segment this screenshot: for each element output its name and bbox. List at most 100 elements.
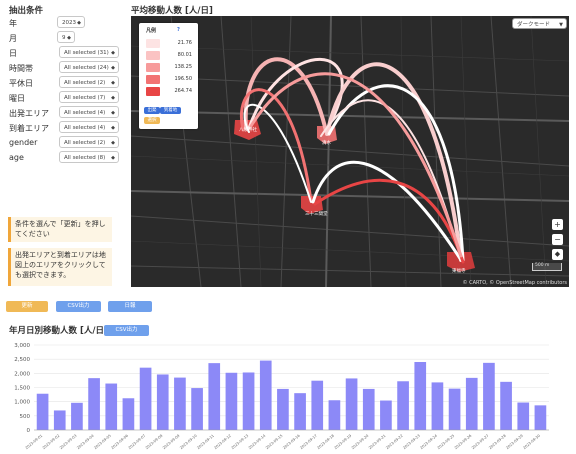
x-tick-label: 2023-09-25 [437, 434, 456, 450]
filter-select-value: All selected (31) [64, 50, 109, 56]
bar[interactable] [156, 374, 169, 430]
x-tick-label: 2023-09-15 [265, 434, 284, 450]
chevron-down-icon: ◆ [111, 80, 115, 86]
legend-row: 196.50 [146, 75, 192, 84]
x-tick-label: 2023-09-09 [162, 433, 181, 450]
legend-swatch [146, 75, 160, 84]
filter-select[interactable]: All selected (24) ◆ [59, 61, 119, 73]
x-tick-label: 2023-09-02 [42, 434, 61, 450]
bar[interactable] [345, 378, 358, 430]
chart-csv-button[interactable]: CSV出力 [104, 325, 149, 336]
bar[interactable] [139, 367, 152, 430]
filter-select[interactable]: All selected (31) ◆ [59, 46, 119, 58]
filter-select[interactable]: 2023 ◆ [57, 16, 85, 28]
filter-select-value: 2023 [62, 20, 76, 26]
reset-view-button[interactable]: ◆ [552, 249, 563, 260]
daily-report-button[interactable]: 日報 [108, 301, 152, 312]
note-area-hint: 出発エリアと到着エリアは地図上のエリアをクリックしても選択できます。 [8, 248, 112, 286]
bar[interactable] [105, 383, 118, 430]
legend-title: 凡例 [146, 28, 157, 34]
bar[interactable] [277, 388, 289, 430]
bar[interactable] [465, 377, 478, 430]
x-tick-label: 2023-09-13 [231, 434, 250, 450]
zoom-out-button[interactable]: − [552, 234, 563, 245]
filter-label: 時間帯 [9, 64, 33, 73]
origin-chip[interactable]: 出発 [144, 107, 160, 114]
x-tick-label: 2023-09-04 [76, 433, 95, 450]
bar[interactable] [174, 377, 186, 430]
chevron-down-icon: ◆ [77, 20, 81, 26]
bar[interactable] [53, 410, 66, 430]
filter-row: 到着エリア All selected (4) ◆ [9, 121, 119, 135]
filter-select-value: All selected (8) [64, 155, 106, 161]
bar[interactable] [431, 382, 444, 430]
bar[interactable] [242, 372, 255, 430]
bar[interactable] [191, 388, 203, 430]
legend-help-icon[interactable]: ? [177, 27, 180, 33]
area-label-yasaka: 八坂神社 [239, 128, 257, 133]
map-style-select[interactable]: ダークモード ▼ [512, 18, 567, 29]
bar[interactable] [517, 402, 530, 430]
bar[interactable] [500, 381, 512, 430]
legend-value: 138.25 [174, 64, 193, 70]
bar[interactable] [259, 360, 272, 430]
bar[interactable] [294, 393, 306, 430]
chevron-down-icon: ◆ [111, 95, 115, 101]
x-tick-label: 2023-09-01 [25, 434, 44, 450]
legend-swatch [146, 39, 160, 48]
filter-select[interactable]: All selected (2) ◆ [59, 136, 119, 148]
bar[interactable] [88, 378, 100, 430]
y-tick-label: 2,500 [14, 357, 30, 363]
x-tick-label: 2023-09-29 [505, 433, 524, 450]
bar[interactable] [36, 393, 49, 430]
selection-chip[interactable]: 選択 [144, 117, 160, 124]
bar[interactable] [328, 400, 341, 430]
bar[interactable] [483, 362, 495, 430]
filter-select[interactable]: 9 ◆ [57, 31, 75, 43]
x-tick-label: 2023-09-11 [196, 434, 215, 450]
bar[interactable] [534, 405, 547, 430]
bar[interactable] [311, 380, 324, 430]
filter-select-value: All selected (2) [64, 140, 106, 146]
bar[interactable] [448, 388, 461, 430]
x-tick-label: 2023-09-30 [522, 433, 541, 450]
filter-row: 年 2023 ◆ [9, 16, 119, 30]
filter-row: 月 9 ◆ [9, 31, 119, 45]
filter-select[interactable]: All selected (4) ◆ [59, 106, 119, 118]
legend-value: 264.74 [174, 88, 193, 94]
bar[interactable] [397, 381, 409, 430]
x-tick-label: 2023-09-12 [213, 434, 232, 450]
x-tick-label: 2023-09-07 [128, 434, 147, 450]
x-tick-label: 2023-09-18 [316, 433, 335, 450]
filter-select[interactable]: All selected (4) ◆ [59, 121, 119, 133]
bar[interactable] [380, 400, 392, 430]
legend-row: 264.74 [146, 87, 192, 96]
bar[interactable] [225, 372, 238, 430]
y-tick-label: 2,000 [14, 371, 30, 377]
destination-chip[interactable]: 到着地 [160, 107, 181, 114]
area-label-kiyomizu: 清水 [322, 141, 331, 146]
flow-map[interactable]: ダークモード ▼ 凡例 ? 21.76 80.01 138.25 196.50 264.… [131, 16, 569, 287]
bar[interactable] [414, 362, 427, 430]
update-button[interactable]: 更新 [6, 301, 48, 312]
bar[interactable] [208, 363, 221, 430]
csv-export-button[interactable]: CSV出力 [56, 301, 101, 312]
bar[interactable] [122, 398, 135, 430]
filter-select[interactable]: All selected (7) ◆ [59, 91, 119, 103]
map-style-value: ダークモード [517, 22, 551, 28]
bar[interactable] [362, 388, 375, 430]
x-tick-label: 2023-09-28 [488, 433, 507, 450]
scale-label: 500 m [535, 263, 550, 268]
filter-select[interactable]: All selected (8) ◆ [59, 151, 119, 163]
filter-label: 日 [9, 49, 17, 58]
x-tick-label: 2023-09-10 [179, 433, 198, 450]
filter-select[interactable]: All selected (2) ◆ [59, 76, 119, 88]
legend-row: 21.76 [146, 39, 192, 48]
bar[interactable] [71, 402, 83, 430]
legend-swatch [146, 51, 160, 60]
y-tick-label: 1,500 [14, 386, 30, 392]
chevron-down-icon: ◆ [111, 50, 115, 56]
zoom-in-button[interactable]: + [552, 219, 563, 230]
chevron-down-icon: ▼ [559, 22, 563, 28]
filter-row: 平休日 All selected (2) ◆ [9, 76, 119, 90]
